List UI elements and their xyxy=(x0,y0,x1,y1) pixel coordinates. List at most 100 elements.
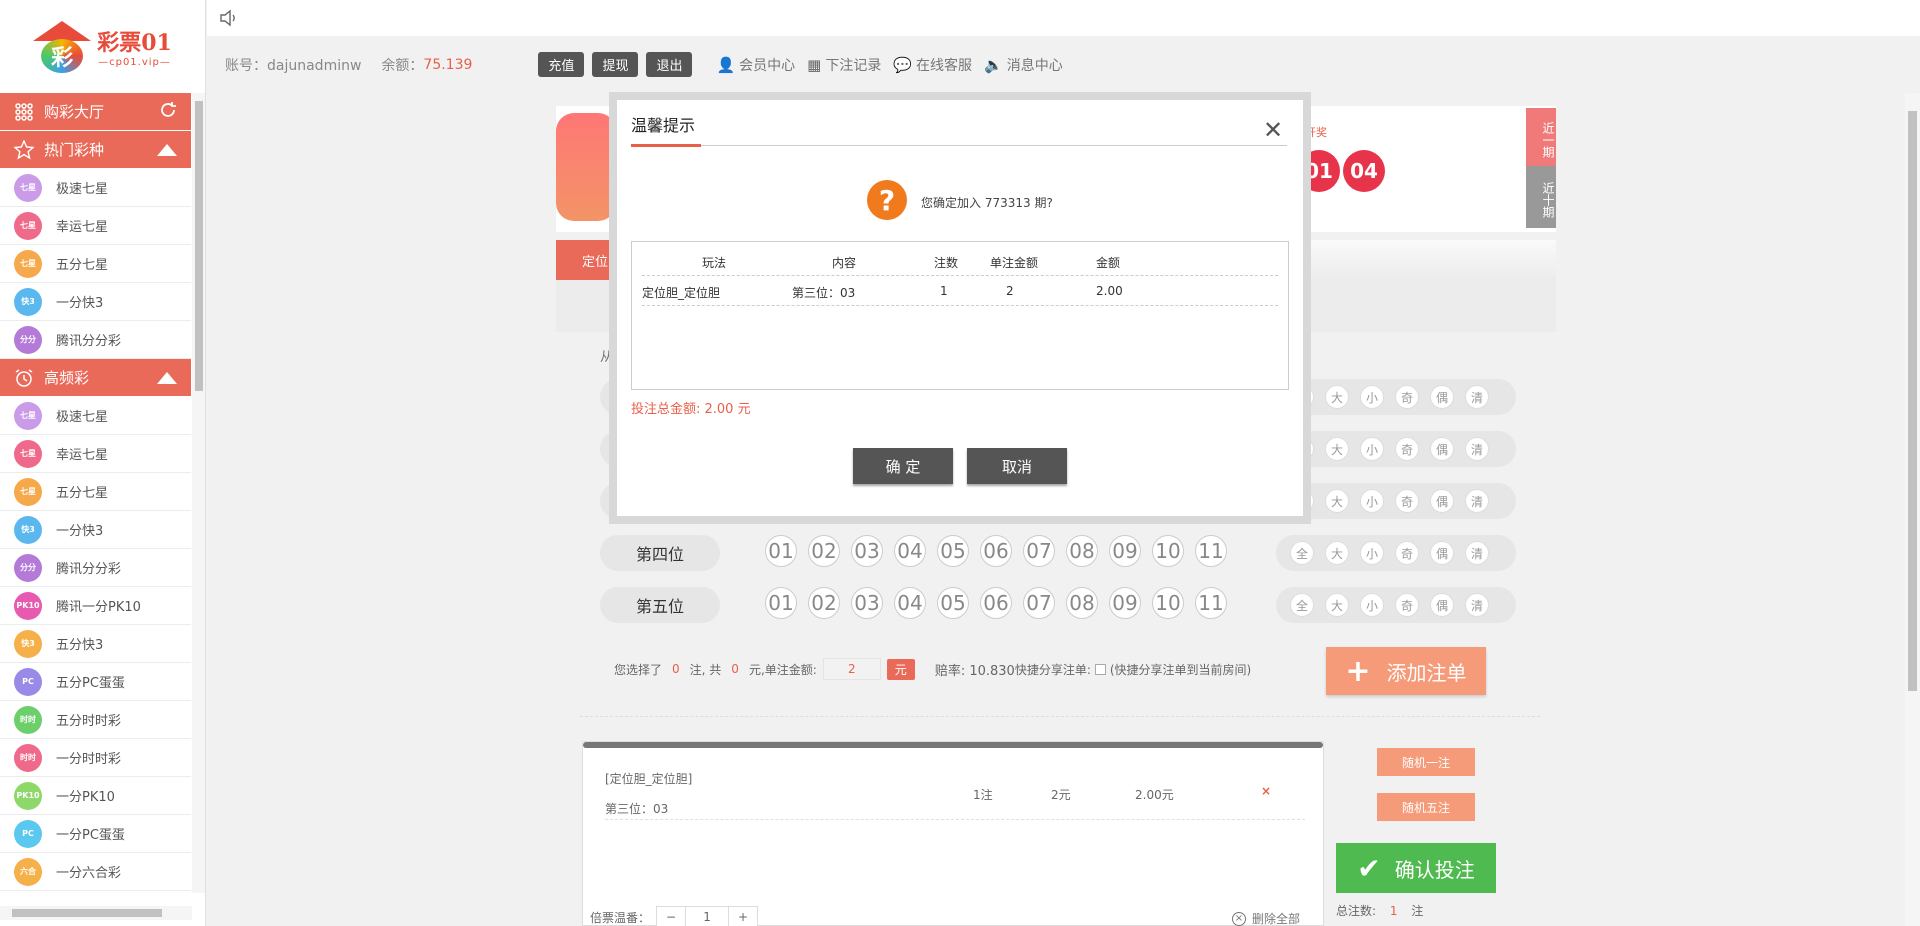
number-ball[interactable]: 01 xyxy=(765,587,797,619)
quick-pick-button[interactable]: 小 xyxy=(1360,437,1384,461)
number-ball[interactable]: 05 xyxy=(937,535,969,567)
quick-pick-button[interactable]: 小 xyxy=(1360,541,1384,565)
add-bet-button[interactable]: + 添加注单 xyxy=(1326,647,1486,695)
number-ball[interactable]: 05 xyxy=(937,587,969,619)
page-scrollbar[interactable] xyxy=(1905,93,1920,926)
member-center-link[interactable]: 👤 会员中心 xyxy=(716,55,795,75)
number-ball[interactable]: 01 xyxy=(765,535,797,567)
share-checkbox[interactable] xyxy=(1094,663,1106,675)
quick-pick-button[interactable]: 奇 xyxy=(1395,437,1419,461)
sidebar-item[interactable]: PK10 腾讯一分PK10 xyxy=(0,587,191,625)
delete-all-button[interactable]: × 删除全部 xyxy=(1232,910,1300,926)
random-one-button[interactable]: 随机一注 xyxy=(1377,748,1475,776)
sidebar-item[interactable]: 快3 五分快3 xyxy=(0,625,191,663)
confirm-bet-button[interactable]: ✔ 确认投注 xyxy=(1336,843,1496,893)
recharge-button[interactable]: 充值 xyxy=(538,52,585,77)
number-ball[interactable]: 04 xyxy=(894,535,926,567)
sidebar-scrollbar[interactable] xyxy=(192,93,205,893)
bet-record-link[interactable]: ▦ 下注记录 xyxy=(807,55,881,75)
number-ball[interactable]: 04 xyxy=(894,587,926,619)
sidebar-item[interactable]: 六合 一分六合彩 xyxy=(0,853,191,891)
sidebar-item[interactable]: 七星 幸运七星 xyxy=(0,435,191,473)
sidebar-item[interactable]: 七星 五分七星 xyxy=(0,473,191,511)
quick-pick-button[interactable]: 小 xyxy=(1360,385,1384,409)
sidebar-hscrollbar[interactable] xyxy=(0,906,192,920)
refresh-icon[interactable] xyxy=(159,101,177,123)
sidebar-item[interactable]: 时时 一分时时彩 xyxy=(0,739,191,777)
minus-button[interactable]: − xyxy=(657,907,685,926)
recent-1-tab[interactable]: 近一期 xyxy=(1526,108,1556,166)
random-five-button[interactable]: 随机五注 xyxy=(1377,793,1475,821)
quick-pick-button[interactable]: 清 xyxy=(1465,593,1489,617)
quick-pick-button[interactable]: 奇 xyxy=(1395,593,1419,617)
quick-pick-button[interactable]: 偶 xyxy=(1430,385,1454,409)
quick-pick-button[interactable]: 大 xyxy=(1325,489,1349,513)
sidebar-item[interactable]: PC 五分PC蛋蛋 xyxy=(0,663,191,701)
number-ball[interactable]: 06 xyxy=(980,587,1012,619)
number-ball[interactable]: 02 xyxy=(808,535,840,567)
sidebar-hot-section[interactable]: 热门彩种 xyxy=(0,131,191,169)
number-ball[interactable]: 06 xyxy=(980,535,1012,567)
message-center-link[interactable]: 🔈 消息中心 xyxy=(984,55,1063,75)
sidebar-item[interactable]: 分分 腾讯分分彩 xyxy=(0,321,191,359)
sidebar-item[interactable]: PC 一分PC蛋蛋 xyxy=(0,815,191,853)
online-service-link[interactable]: 💬 在线客服 xyxy=(893,55,972,75)
multiplier-stepper[interactable]: − 1 + xyxy=(656,906,759,926)
sidebar-item[interactable]: 快3 一分快3 xyxy=(0,511,191,549)
quick-pick-button[interactable]: 大 xyxy=(1325,593,1349,617)
close-icon[interactable]: ✕ xyxy=(1263,118,1283,142)
withdraw-button[interactable]: 提现 xyxy=(592,52,639,77)
number-ball[interactable]: 10 xyxy=(1152,535,1184,567)
sidebar-item[interactable]: PK10 一分PK10 xyxy=(0,777,191,815)
number-ball[interactable]: 09 xyxy=(1109,587,1141,619)
sidebar-item[interactable]: 快3 一分快3 xyxy=(0,283,191,321)
ok-button[interactable]: 确 定 xyxy=(853,448,953,484)
site-logo[interactable]: 彩 彩票01 —cp01.vip— xyxy=(0,0,205,93)
speaker-icon[interactable] xyxy=(219,9,239,31)
unit-amount-input[interactable]: 2 xyxy=(822,658,881,680)
quick-pick-button[interactable]: 奇 xyxy=(1395,541,1419,565)
number-ball[interactable]: 09 xyxy=(1109,535,1141,567)
sidebar-item[interactable]: 七星 幸运七星 xyxy=(0,207,191,245)
quick-pick-button[interactable]: 清 xyxy=(1465,437,1489,461)
quick-pick-button[interactable]: 小 xyxy=(1360,593,1384,617)
quick-pick-button[interactable]: 全 xyxy=(1290,593,1314,617)
sidebar-item[interactable]: 七星 极速七星 xyxy=(0,169,191,207)
quick-pick-button[interactable]: 奇 xyxy=(1395,489,1419,513)
number-ball[interactable]: 11 xyxy=(1195,587,1227,619)
sidebar-item[interactable]: 时时 五分时时彩 xyxy=(0,701,191,739)
sidebar-item[interactable]: 七星 五分七星 xyxy=(0,245,191,283)
quick-pick-button[interactable]: 大 xyxy=(1325,437,1349,461)
delete-icon[interactable]: × xyxy=(1261,784,1271,798)
quick-pick-button[interactable]: 全 xyxy=(1290,541,1314,565)
quick-pick-button[interactable]: 清 xyxy=(1465,489,1489,513)
number-ball[interactable]: 03 xyxy=(851,587,883,619)
sidebar-lottery-hall[interactable]: 购彩大厅 xyxy=(0,93,191,131)
quick-pick-button[interactable]: 清 xyxy=(1465,385,1489,409)
quick-pick-button[interactable]: 大 xyxy=(1325,385,1349,409)
quick-pick-button[interactable]: 大 xyxy=(1325,541,1349,565)
logout-button[interactable]: 退出 xyxy=(646,52,693,77)
number-ball[interactable]: 08 xyxy=(1066,535,1098,567)
quick-pick-button[interactable]: 奇 xyxy=(1395,385,1419,409)
number-ball[interactable]: 08 xyxy=(1066,587,1098,619)
number-ball[interactable]: 07 xyxy=(1023,535,1055,567)
sidebar-freq-section[interactable]: 高频彩 xyxy=(0,359,191,397)
quick-pick-button[interactable]: 偶 xyxy=(1430,489,1454,513)
quick-pick-button[interactable]: 小 xyxy=(1360,489,1384,513)
cancel-button[interactable]: 取消 xyxy=(967,448,1067,484)
collapse-icon[interactable] xyxy=(157,143,177,156)
unit-yuan-button[interactable]: 元 xyxy=(886,658,915,680)
collapse-icon[interactable] xyxy=(157,371,177,384)
quick-pick-button[interactable]: 偶 xyxy=(1430,593,1454,617)
multiplier-input[interactable]: 1 xyxy=(685,907,730,926)
number-ball[interactable]: 02 xyxy=(808,587,840,619)
number-ball[interactable]: 11 xyxy=(1195,535,1227,567)
quick-pick-button[interactable]: 偶 xyxy=(1430,541,1454,565)
sidebar-item[interactable]: 七星 极速七星 xyxy=(0,397,191,435)
plus-button[interactable]: + xyxy=(729,907,757,926)
number-ball[interactable]: 03 xyxy=(851,535,883,567)
quick-pick-button[interactable]: 清 xyxy=(1465,541,1489,565)
quick-pick-button[interactable]: 偶 xyxy=(1430,437,1454,461)
recent-10-tab[interactable]: 近十期 xyxy=(1526,166,1556,228)
